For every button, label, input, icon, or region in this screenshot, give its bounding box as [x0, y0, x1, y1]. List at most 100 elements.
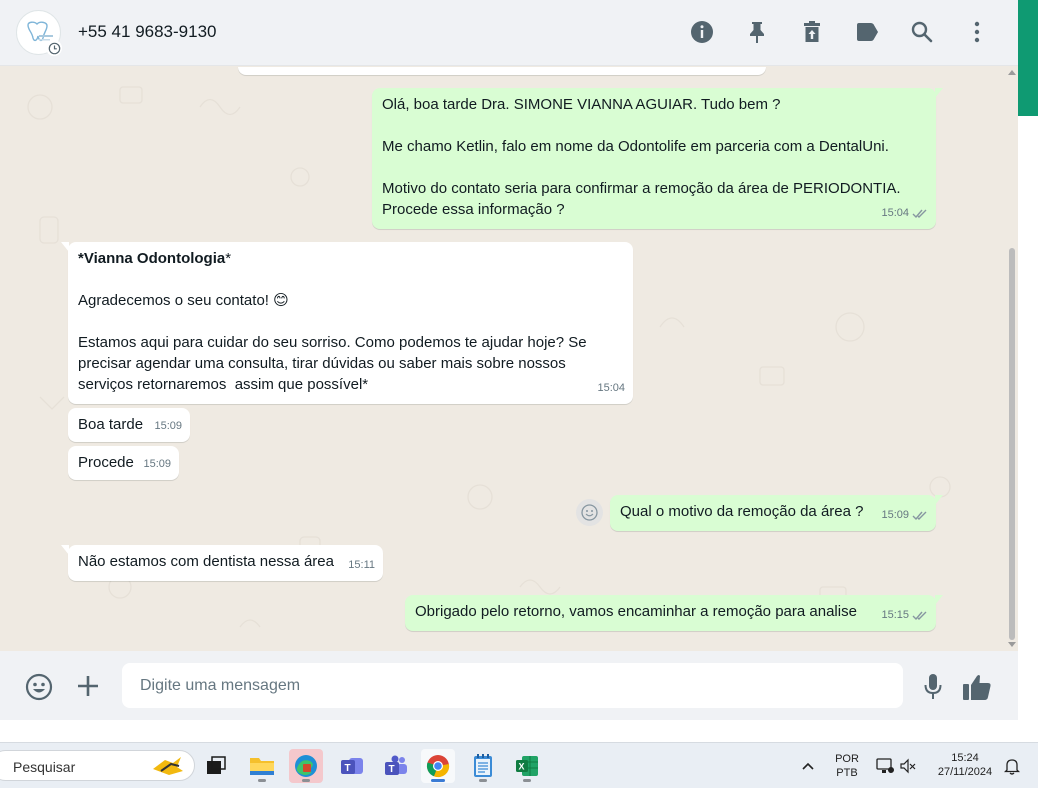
network-icon[interactable] [876, 757, 894, 780]
system-clock[interactable]: 15:24 27/11/2024 [930, 751, 1000, 779]
delete-icon[interactable] [797, 17, 827, 47]
message-input[interactable] [122, 663, 903, 708]
message-text: Olá, boa tarde Dra. SIMONE VIANNA AGUIAR… [382, 96, 781, 113]
outgoing-message[interactable]: Qual o motivo da remoção da área ? 15:09 [610, 495, 943, 531]
taskbar-file-explorer[interactable] [245, 749, 279, 783]
task-view-icon [207, 756, 226, 774]
taskbar-notepad[interactable] [466, 749, 500, 783]
svg-text:T: T [389, 764, 395, 775]
more-options-icon[interactable] [962, 17, 992, 47]
taskbar-task-view[interactable] [199, 749, 233, 783]
info-icon[interactable] [687, 17, 717, 47]
message-meta: 15:09 [154, 416, 182, 437]
scroll-down-arrow-icon[interactable] [1008, 642, 1016, 647]
message-time: 15:09 [143, 458, 171, 470]
window-bottom-edge [0, 720, 1038, 742]
language-code: POR [835, 753, 859, 765]
read-ticks-icon [912, 611, 927, 621]
attach-button[interactable] [74, 672, 102, 700]
incoming-message[interactable]: Não estamos com dentista nessa área 15:1… [61, 545, 383, 581]
pin-icon[interactable] [742, 17, 772, 47]
message-time: 15:15 [881, 609, 909, 621]
outgoing-message[interactable]: Olá, boa tarde Dra. SIMONE VIANNA AGUIAR… [372, 88, 943, 229]
incoming-message[interactable]: *Vianna Odontologia* Agradecemos o seu c… [61, 242, 633, 404]
plus-icon [78, 676, 98, 696]
outgoing-message[interactable]: Obrigado pelo retorno, vamos encaminhar … [405, 595, 943, 631]
taskbar-chrome[interactable] [421, 749, 455, 783]
clock-badge-icon [46, 40, 62, 56]
message-text: Boa tarde [78, 416, 144, 433]
message-time: 15:09 [154, 420, 182, 432]
teams-classic-icon: T [385, 755, 407, 775]
notification-bell-icon[interactable] [1003, 757, 1021, 780]
read-ticks-icon [912, 209, 927, 219]
emoji-reaction-button[interactable] [576, 499, 603, 526]
chrome-icon [426, 755, 450, 778]
svg-text:X: X [519, 762, 525, 772]
message-title-bold: *Vianna Odontologia [78, 250, 226, 267]
message-text: Não estamos com dentista nessa área [78, 553, 334, 570]
message-text: Procede essa informação ? [382, 201, 565, 218]
language-indicator[interactable]: POR PTB [832, 752, 862, 780]
taskbar-teams-classic[interactable]: T [379, 749, 413, 783]
emoji-button[interactable] [24, 672, 54, 702]
notepad-icon [474, 754, 492, 777]
message-meta: 15:15 [881, 605, 928, 626]
message-text [382, 115, 926, 136]
microphone-icon [924, 674, 942, 699]
thumbs-up-icon [963, 675, 991, 700]
message-text [382, 157, 926, 178]
incoming-message[interactable]: Boa tarde 15:09 [68, 408, 190, 442]
message-time: 15:09 [881, 509, 909, 521]
read-ticks-icon [912, 511, 927, 521]
message-text: Motivo do contato seria para confirmar a… [382, 180, 901, 197]
message-text: Estamos aqui para cuidar do seu sorriso.… [78, 334, 587, 351]
search-icon[interactable] [907, 17, 937, 47]
keyboard-layout: PTB [836, 767, 858, 779]
teams-icon: T [341, 758, 363, 774]
message-meta: 15:09 [143, 454, 171, 475]
contact-name[interactable]: +55 41 9683-9130 [78, 22, 217, 42]
message-time: 15:04 [881, 207, 909, 219]
taskbar-excel[interactable]: X [510, 749, 544, 783]
voice-message-button[interactable] [920, 672, 946, 702]
edge-browser-icon [295, 755, 317, 777]
taskbar-edge[interactable] [289, 749, 323, 783]
message-meta: 15:04 [881, 203, 928, 224]
clock-time: 15:24 [951, 752, 979, 764]
search-highlight-icon [153, 757, 183, 775]
running-indicator [258, 779, 266, 782]
scroll-thumb[interactable] [1009, 248, 1015, 640]
message-text [78, 269, 623, 290]
message-time: 15:04 [597, 382, 625, 394]
contact-avatar[interactable] [16, 10, 62, 56]
active-indicator [431, 779, 445, 782]
message-list[interactable]: Olá, boa tarde Dra. SIMONE VIANNA AGUIAR… [0, 67, 1006, 651]
incoming-message[interactable]: Procede 15:09 [68, 446, 179, 480]
message-text [78, 311, 623, 332]
like-button[interactable] [960, 671, 994, 703]
message-text: precisar agendar uma consulta, tirar dúv… [78, 355, 566, 372]
message-text: serviços retornaremos assim que possível… [78, 376, 369, 393]
label-icon[interactable] [852, 17, 882, 47]
clock-date: 27/11/2024 [937, 766, 993, 778]
message-title: *Vianna Odontologia* [78, 248, 623, 269]
running-indicator [523, 779, 531, 782]
smiley-icon [581, 504, 598, 521]
scroll-up-arrow-icon[interactable] [1008, 70, 1016, 75]
previous-message-bubble [238, 67, 766, 75]
svg-text:T: T [345, 763, 351, 774]
taskbar-search-box[interactable]: Pesquisar [0, 750, 195, 781]
message-time: 15:11 [348, 559, 375, 571]
message-text: Me chamo Ketlin, falo em nome da Odontol… [382, 138, 889, 155]
running-indicator [302, 779, 310, 782]
message-composer [0, 651, 1018, 720]
taskbar-search-placeholder: Pesquisar [13, 759, 76, 775]
windows-taskbar: Pesquisar T T X POR PTB 15:24 27/11/2024 [0, 742, 1038, 788]
tray-overflow-chevron-icon[interactable] [801, 758, 817, 774]
message-meta: 15:04 [597, 378, 625, 399]
volume-muted-icon[interactable] [899, 757, 917, 780]
message-text: Agradecemos o seu contato! 😊 [78, 292, 289, 309]
taskbar-teams[interactable]: T [335, 749, 369, 783]
chat-scrollbar[interactable] [1007, 68, 1017, 650]
